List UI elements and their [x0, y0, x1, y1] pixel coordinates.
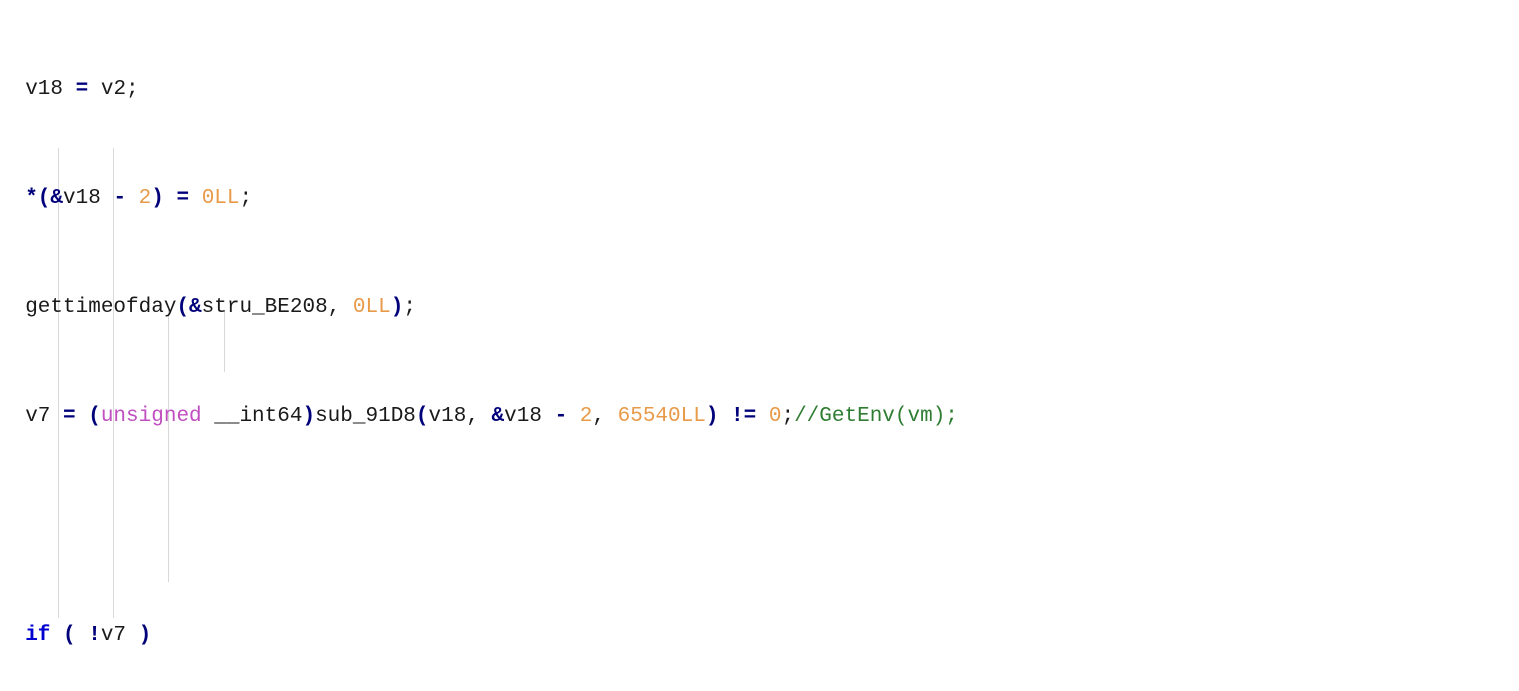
code-lines: v18 = v2; *(&v18 - 2) = 0LL; gettimeofda… — [0, 0, 1519, 691]
code-line[interactable]: if ( !v7 ) — [0, 622, 1519, 649]
code-line[interactable]: v7 = (unsigned __int64)sub_91D8(v18, &v1… — [0, 403, 1519, 430]
code-line[interactable]: gettimeofday(&stru_BE208, 0LL); — [0, 294, 1519, 321]
code-line[interactable]: v18 = v2; — [0, 76, 1519, 103]
code-line[interactable] — [0, 513, 1519, 540]
code-line[interactable]: *(&v18 - 2) = 0LL; — [0, 185, 1519, 212]
pseudocode-view[interactable]: v18 = v2; *(&v18 - 2) = 0LL; gettimeofda… — [0, 0, 1519, 691]
